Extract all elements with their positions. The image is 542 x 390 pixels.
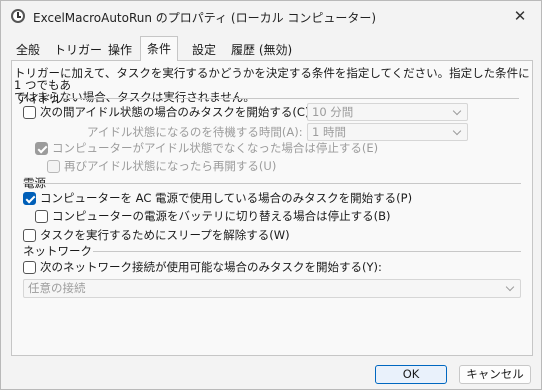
wake-to-run-checkbox[interactable] xyxy=(23,228,36,242)
network-connection-select[interactable]: 任意の接続 xyxy=(23,279,521,298)
start-only-if-idle-option[interactable]: 次の間アイドル状態の場合のみタスクを開始する(C): xyxy=(23,104,313,120)
idle-duration-value: 10 分間 xyxy=(312,105,354,119)
tab-triggers[interactable]: トリガー xyxy=(47,39,109,61)
network-connection-value: 任意の接続 xyxy=(28,281,86,295)
chevron-down-icon xyxy=(450,104,464,120)
restart-if-idle-label: 再びアイドル状態になったら再開する(U) xyxy=(64,159,277,173)
start-only-if-idle-label: 次の間アイドル状態の場合のみタスクを開始する(C): xyxy=(40,105,314,119)
stop-on-battery-label: コンピューターの電源をバッテリに切り替える場合は停止する(B) xyxy=(52,209,391,223)
window-title: ExcelMacroAutoRun のプロパティ (ローカル コンピューター) xyxy=(33,11,377,25)
tab-history[interactable]: 履歴 (無効) xyxy=(224,39,299,61)
tab-actions[interactable]: 操作 xyxy=(101,39,139,61)
close-button[interactable]: ✕ xyxy=(505,3,535,29)
idle-separator xyxy=(63,98,519,99)
wake-to-run-option[interactable]: タスクを実行するためにスリープを解除する(W) xyxy=(23,227,290,243)
start-only-if-idle-checkbox[interactable] xyxy=(23,105,36,119)
network-available-label: 次のネットワーク接続が使用可能な場合のみタスクを開始する(Y): xyxy=(40,260,382,274)
power-separator xyxy=(23,183,521,184)
stop-on-battery-checkbox[interactable] xyxy=(35,209,48,223)
wake-to-run-label: タスクを実行するためにスリープを解除する(W) xyxy=(40,228,290,242)
chevron-down-icon xyxy=(450,124,464,140)
network-separator xyxy=(93,251,521,252)
stop-if-not-idle-label: コンピューターがアイドル状態でなくなった場合は停止する(E) xyxy=(52,141,379,155)
ok-button[interactable]: OK xyxy=(375,365,447,384)
network-heading: ネットワーク xyxy=(23,244,92,258)
tab-general[interactable]: 全般 xyxy=(9,39,47,61)
ac-power-only-option[interactable]: コンピューターを AC 電源で使用している場合のみタスクを開始する(P) xyxy=(23,190,412,206)
properties-dialog: ExcelMacroAutoRun のプロパティ (ローカル コンピューター) … xyxy=(0,0,542,390)
ac-power-only-checkbox[interactable] xyxy=(23,191,36,205)
title-bar: ExcelMacroAutoRun のプロパティ (ローカル コンピューター) … xyxy=(1,1,541,31)
stop-if-not-idle-option[interactable]: コンピューターがアイドル状態でなくなった場合は停止する(E) xyxy=(35,140,378,156)
cancel-button[interactable]: キャンセル xyxy=(459,365,531,384)
stop-on-battery-option[interactable]: コンピューターの電源をバッテリに切り替える場合は停止する(B) xyxy=(35,208,391,224)
idle-duration-select[interactable]: 10 分間 xyxy=(307,103,468,121)
restart-if-idle-option[interactable]: 再びアイドル状態になったら再開する(U) xyxy=(47,158,276,174)
chevron-down-icon xyxy=(503,280,517,296)
stop-if-not-idle-checkbox[interactable] xyxy=(35,141,48,155)
network-available-option[interactable]: 次のネットワーク接続が使用可能な場合のみタスクを開始する(Y): xyxy=(23,259,382,275)
wait-duration-select[interactable]: 1 時間 xyxy=(307,123,468,141)
network-available-checkbox[interactable] xyxy=(23,260,36,274)
description-line-1: トリガーに加えて、タスクを実行するかどうかを決定する条件を指定してください。指定… xyxy=(14,66,530,92)
wait-duration-value: 1 時間 xyxy=(312,125,346,139)
tab-settings[interactable]: 設定 xyxy=(185,39,223,61)
description-line-2: てはまらない場合、タスクは実行されません。 xyxy=(14,90,255,104)
restart-if-idle-checkbox[interactable] xyxy=(47,159,60,173)
tab-conditions[interactable]: 条件 xyxy=(140,36,179,61)
task-scheduler-clock-icon xyxy=(11,9,25,23)
ac-power-only-label: コンピューターを AC 電源で使用している場合のみタスクを開始する(P) xyxy=(40,191,413,205)
wait-idle-label: アイドル状態になるのを待機する時間(A): xyxy=(87,125,303,139)
